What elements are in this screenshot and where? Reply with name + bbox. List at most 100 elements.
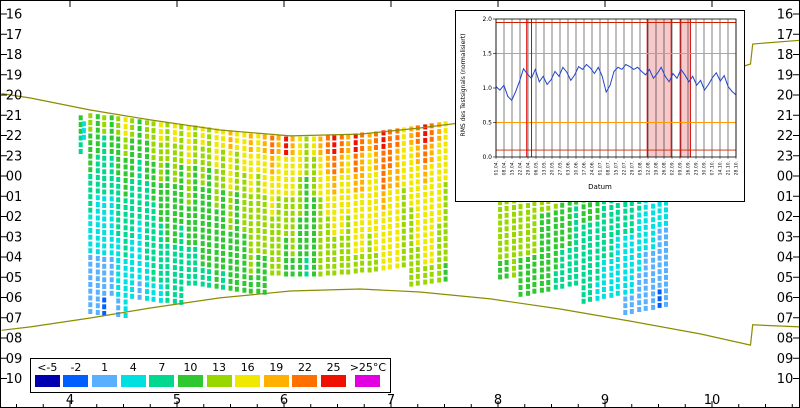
- date-tick-label: 10.06.: [574, 161, 580, 175]
- heatmap-cell: [595, 241, 600, 247]
- heatmap-cell: [657, 208, 662, 214]
- heatmap-cell: [526, 236, 530, 242]
- heatmap-cell: [186, 186, 191, 192]
- heatmap-cell: [325, 223, 330, 229]
- heatmap-cell: [401, 262, 406, 268]
- heatmap-cell: [595, 282, 600, 288]
- heatmap-cell: [346, 141, 351, 147]
- heatmap-cell: [318, 204, 323, 209]
- heatmap-cell: [284, 237, 289, 243]
- heatmap-cell: [102, 263, 107, 269]
- hour-axis-label-left: 05: [6, 271, 23, 286]
- heatmap-cell: [664, 234, 668, 240]
- heatmap-cell: [539, 274, 544, 280]
- heatmap-cell: [332, 155, 337, 161]
- heatmap-cell: [270, 182, 275, 188]
- heatmap-cell: [228, 137, 233, 143]
- heatmap-cell: [339, 229, 344, 234]
- heatmap-cell: [284, 204, 289, 209]
- heatmap-cell: [137, 119, 142, 125]
- heatmap-cell: [312, 163, 316, 169]
- heatmap-cell: [200, 234, 205, 240]
- heatmap-cell: [179, 245, 184, 251]
- heatmap-cell: [228, 238, 233, 244]
- heatmap-cell: [657, 248, 662, 254]
- heatmap-cell: [623, 262, 628, 268]
- heatmap-cell: [284, 258, 289, 263]
- month-axis-label: 10: [704, 393, 721, 408]
- legend-swatch: [292, 375, 318, 387]
- heatmap-cell: [553, 271, 558, 277]
- date-tick-label: 19.08.: [654, 161, 660, 175]
- heatmap-cell: [179, 272, 184, 278]
- heatmap-cell: [339, 208, 344, 214]
- heatmap-cell: [374, 226, 378, 231]
- heatmap-cell: [123, 279, 128, 285]
- heatmap-cell: [553, 264, 558, 270]
- sunrise-envelope-curve: [1, 288, 800, 346]
- heatmap-cell: [234, 205, 239, 211]
- heatmap-cell: [248, 187, 253, 193]
- heatmap-cell: [290, 231, 295, 236]
- heatmap-cell: [207, 181, 212, 187]
- heatmap-cell: [664, 207, 668, 213]
- heatmap-cell: [284, 163, 289, 169]
- heatmap-cell: [367, 254, 372, 259]
- heatmap-cell: [123, 225, 128, 231]
- heatmap-cell: [546, 280, 551, 285]
- heatmap-cell: [207, 262, 212, 268]
- heatmap-cell: [186, 233, 191, 239]
- heatmap-cell: [256, 160, 261, 166]
- heatmap-cell: [270, 176, 275, 181]
- heatmap-cell: [367, 186, 372, 192]
- heatmap-cell: [234, 219, 239, 225]
- heatmap-cell: [581, 211, 586, 217]
- heatmap-cell: [200, 254, 205, 260]
- heatmap-cell: [443, 134, 448, 140]
- heatmap-cell: [609, 259, 614, 264]
- heatmap-cell: [123, 184, 128, 190]
- heatmap-cell: [601, 239, 606, 245]
- heatmap-column: [443, 121, 448, 282]
- heatmap-cell: [325, 155, 330, 161]
- heatmap-cell: [553, 284, 558, 290]
- heatmap-cell: [172, 130, 177, 136]
- heatmap-cell: [234, 226, 239, 231]
- heatmap-cell: [512, 252, 516, 258]
- heatmap-cell: [95, 148, 100, 153]
- heatmap-cell: [429, 197, 434, 203]
- heatmap-cell: [95, 215, 100, 221]
- heatmap-cell: [116, 298, 121, 304]
- heatmap-cell: [601, 219, 606, 225]
- heatmap-cell: [546, 246, 551, 252]
- heatmap-cell: [374, 259, 378, 265]
- heatmap-cell: [526, 243, 530, 249]
- heatmap-cell: [102, 115, 107, 121]
- heatmap-cell: [643, 305, 648, 311]
- heatmap-cell: [214, 162, 219, 168]
- legend-entry: 1: [92, 361, 118, 387]
- heatmap-cell: [123, 205, 128, 210]
- highlight-band: [647, 19, 672, 157]
- heatmap-cell: [423, 158, 428, 164]
- highlight-band: [680, 19, 691, 157]
- heatmap-cell: [158, 210, 163, 216]
- heatmap-cell: [304, 237, 309, 243]
- heatmap-cell: [165, 183, 170, 189]
- heatmap-cell: [637, 286, 642, 292]
- heatmap-cell: [429, 271, 434, 277]
- heatmap-cell: [415, 132, 420, 138]
- heatmap-cell: [276, 142, 281, 148]
- heatmap-cell: [193, 280, 198, 286]
- heatmap-cell: [95, 310, 100, 315]
- heatmap-cell: [248, 153, 253, 159]
- heatmap-cell: [401, 228, 406, 234]
- heatmap-cell: [437, 196, 442, 202]
- heatmap-cell: [381, 150, 386, 156]
- heatmap-cell: [158, 129, 163, 135]
- heatmap-cell: [518, 271, 523, 277]
- heatmap-cell: [207, 208, 212, 214]
- heatmap-cell: [312, 170, 316, 176]
- heatmap-cell: [151, 141, 156, 147]
- heatmap-cell: [429, 130, 434, 136]
